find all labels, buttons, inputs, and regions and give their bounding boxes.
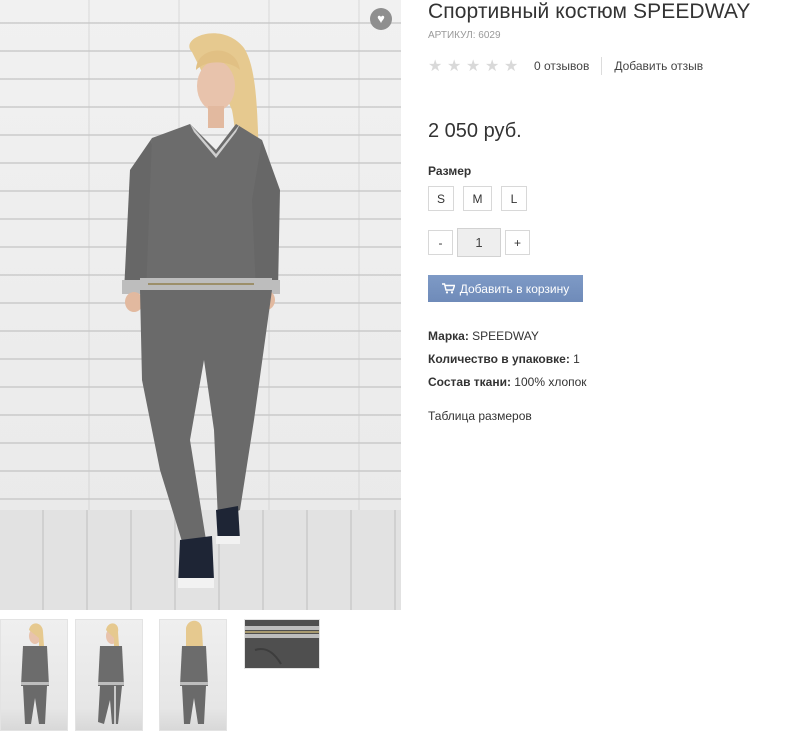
thumbnail-2[interactable]: [75, 619, 143, 731]
add-review-link[interactable]: Добавить отзыв: [614, 59, 703, 73]
add-to-cart-button[interactable]: Добавить в корзину: [428, 275, 583, 302]
size-option-l[interactable]: L: [501, 186, 527, 211]
add-to-cart-label: Добавить в корзину: [459, 281, 570, 296]
model-figure: [122, 33, 280, 588]
divider: [601, 57, 603, 75]
size-selector: S M L: [428, 186, 527, 211]
size-option-s[interactable]: S: [428, 186, 454, 211]
size-label: Размер: [428, 164, 472, 178]
product-attributes: Марка: SPEEDWAY Количество в упаковке: 1…: [428, 325, 587, 394]
product-price: 2 050 руб.: [428, 120, 522, 142]
thumbnail-3[interactable]: [159, 619, 227, 731]
star-icon[interactable]: ★: [485, 56, 504, 76]
attribute-brand: Марка: SPEEDWAY: [428, 325, 587, 348]
thumbnail-back-image: [180, 620, 208, 724]
star-icon[interactable]: ★: [504, 56, 523, 76]
thumbnail-detail-image: [245, 620, 319, 668]
attribute-label: Состав ткани:: [428, 375, 511, 389]
thumbnail-side-image: [98, 623, 124, 724]
attribute-value: 1: [573, 352, 580, 366]
thumbnail-4[interactable]: [244, 619, 320, 669]
rating-row: ★ ★ ★ ★ ★ 0 отзывов Добавить отзыв: [428, 57, 703, 75]
product-title: Спортивный костюм SPEEDWAY: [428, 0, 751, 23]
heart-icon: ♥: [377, 11, 385, 26]
attribute-label: Марка:: [428, 329, 469, 343]
quantity-decrease-button[interactable]: -: [428, 230, 453, 255]
attribute-package-quantity: Количество в упаковке: 1: [428, 348, 587, 371]
attribute-fabric: Состав ткани: 100% хлопок: [428, 371, 587, 394]
star-icon[interactable]: ★: [466, 56, 485, 76]
product-sku: АРТИКУЛ: 6029: [428, 30, 501, 41]
thumbnail-front-image: [21, 623, 49, 724]
attribute-value: 100% хлопок: [514, 375, 587, 389]
size-table-link[interactable]: Таблица размеров: [428, 409, 532, 423]
star-icon[interactable]: ★: [428, 56, 447, 76]
quantity-stepper: - +: [428, 228, 530, 257]
quantity-input[interactable]: [457, 228, 501, 257]
attribute-value: SPEEDWAY: [472, 329, 539, 343]
reviews-count[interactable]: 0 отзывов: [534, 59, 589, 73]
quantity-increase-button[interactable]: +: [505, 230, 530, 255]
cart-icon: [441, 283, 455, 294]
main-product-image[interactable]: ♥: [0, 0, 401, 610]
thumbnail-1[interactable]: [0, 619, 68, 731]
star-icon[interactable]: ★: [447, 56, 466, 76]
favorite-button[interactable]: ♥: [370, 8, 392, 30]
attribute-label: Количество в упаковке:: [428, 352, 570, 366]
size-option-m[interactable]: M: [463, 186, 492, 211]
